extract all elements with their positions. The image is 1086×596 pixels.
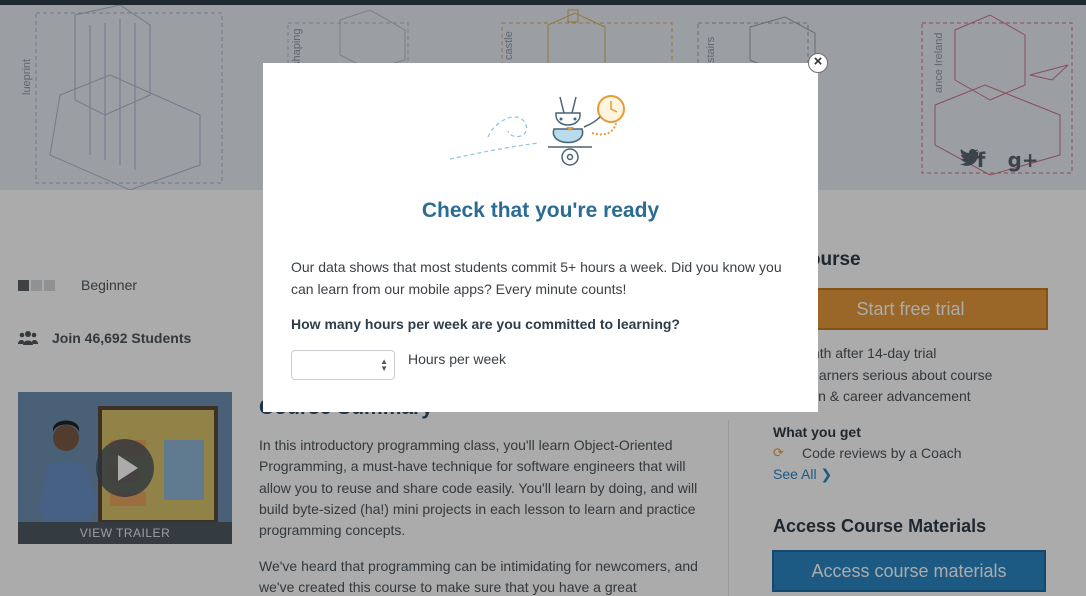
hours-question: How many hours per week are you committe… <box>291 316 680 332</box>
select-arrows-icon: ▲ ▼ <box>380 357 388 373</box>
modal-description: Our data shows that most students commit… <box>291 259 782 297</box>
hours-per-week-select[interactable]: ▲ ▼ <box>291 350 395 380</box>
close-icon[interactable]: × <box>808 53 828 73</box>
modal-title: Check that you're ready <box>421 199 660 222</box>
mascot-illustration <box>449 95 625 166</box>
readiness-modal: Check that you're ready Our data shows t… <box>263 63 818 412</box>
hours-per-week-label: Hours per week <box>408 351 507 367</box>
